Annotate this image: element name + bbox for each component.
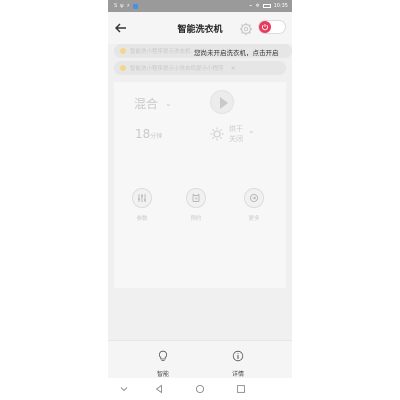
bulb-icon xyxy=(120,65,126,71)
app-badge-icon xyxy=(133,3,139,9)
arrow-right-circle-icon xyxy=(249,193,259,203)
gear-icon xyxy=(239,22,253,36)
charge-icon: ⚡ xyxy=(126,3,131,9)
wash-time: 18分钟 xyxy=(135,123,162,142)
notice-text: 智能洗小程序提示小洗衣机提示小程序 xyxy=(130,66,224,72)
status-right: ⌁ ✲ 10:35 xyxy=(249,3,288,9)
battery-icon xyxy=(262,4,271,8)
lightbulb-icon xyxy=(159,350,167,361)
more-button[interactable]: 更多 xyxy=(237,188,271,222)
power-toggle[interactable] xyxy=(258,20,286,34)
chevron-down-icon[interactable]: ⌄ xyxy=(165,99,172,108)
start-button[interactable] xyxy=(210,90,234,114)
washer-control-card: 混合 ⌄ 18分钟 烘干 关闭 ⌄ 参数 预约 更多 xyxy=(114,82,286,288)
phone-screen: S ψ ⚡ ⌁ ✲ 10:35 智能洗衣机 智能洗小程序提示洗衣机 × 智能洗小… xyxy=(108,0,292,400)
bulb-icon xyxy=(120,48,126,54)
schedule-circle xyxy=(186,188,206,208)
tab-smart-label: 智能 xyxy=(156,371,169,378)
params-circle xyxy=(132,188,152,208)
tab-smart[interactable]: 智能 xyxy=(143,347,183,378)
power-icon xyxy=(261,24,269,31)
nav-recents-icon[interactable] xyxy=(235,383,247,395)
status-bar: S ψ ⚡ ⌁ ✲ 10:35 xyxy=(108,0,292,12)
wash-time-unit: 分钟 xyxy=(150,133,163,140)
dry-icon-wrap[interactable] xyxy=(210,126,224,141)
sun-icon xyxy=(210,127,224,141)
chevron-down-icon[interactable] xyxy=(118,383,130,395)
alarm-clock-icon xyxy=(192,193,200,202)
system-nav-bar xyxy=(108,378,292,400)
status-left: S ψ ⚡ xyxy=(114,3,139,9)
bottom-tab-bar: 智能 详情 xyxy=(108,340,292,378)
notice-bar[interactable]: 智能洗小程序提示小洗衣机提示小程序 × xyxy=(114,61,286,75)
dry-value[interactable]: 关闭 xyxy=(229,134,243,144)
page-title: 智能洗衣机 xyxy=(177,25,223,35)
power-knob xyxy=(259,21,271,33)
chevron-down-icon[interactable]: ⌄ xyxy=(248,126,255,135)
sliders-icon xyxy=(138,194,146,202)
power-on-hint[interactable]: 您尚未开启洗衣机，点击开启 xyxy=(194,47,288,57)
tab-details-label: 详情 xyxy=(231,371,244,378)
bluetooth-icon: ✲ xyxy=(255,3,260,9)
settings-button[interactable] xyxy=(239,21,253,36)
params-label: 参数 xyxy=(136,216,148,222)
back-button[interactable] xyxy=(114,20,128,34)
play-icon xyxy=(220,97,228,109)
info-icon xyxy=(232,350,244,362)
notice-text: 智能洗小程序提示洗衣机 xyxy=(130,49,191,55)
wash-time-value: 18 xyxy=(135,127,151,141)
back-arrow-icon xyxy=(115,23,126,33)
wash-mode-value[interactable]: 混合 xyxy=(134,95,158,112)
tab-details[interactable]: 详情 xyxy=(218,347,258,378)
schedule-label: 预约 xyxy=(190,216,202,222)
schedule-button[interactable]: 预约 xyxy=(179,188,213,222)
nav-home-icon[interactable] xyxy=(194,383,206,395)
more-label: 更多 xyxy=(248,216,260,222)
status-time: 10:35 xyxy=(273,3,288,9)
nfc-icon: ⌁ xyxy=(249,3,253,9)
dry-label[interactable]: 烘干 xyxy=(229,124,243,134)
sim-indicator: S xyxy=(114,3,118,9)
more-circle xyxy=(244,188,264,208)
app-header: 智能洗衣机 xyxy=(108,12,292,44)
close-icon[interactable]: × xyxy=(231,65,236,72)
signal-icon: ψ xyxy=(120,3,124,9)
params-button[interactable]: 参数 xyxy=(125,188,159,222)
nav-back-icon[interactable] xyxy=(153,383,165,395)
